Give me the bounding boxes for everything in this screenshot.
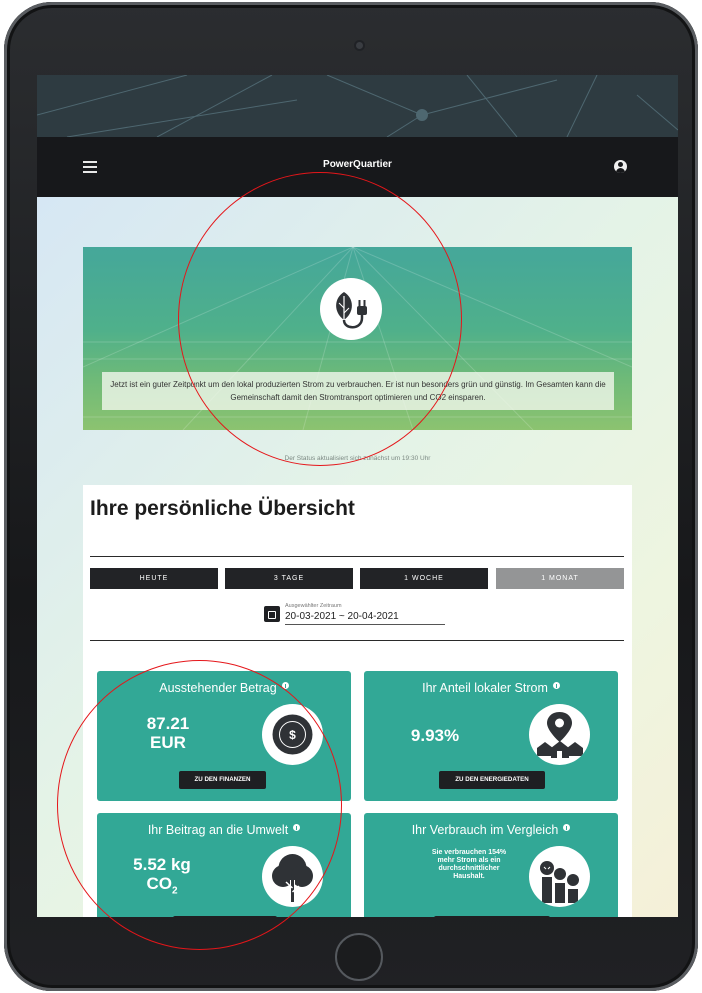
tab-3-tage[interactable]: 3 TAGE: [225, 568, 353, 589]
tile-comparison: Ihr Verbrauch im Vergleich Sie verbrauch…: [364, 813, 618, 917]
date-range-value[interactable]: 20-03-2021 ~ 20-04-2021: [285, 611, 445, 625]
tile-local-share: Ihr Anteil lokaler Strom 9.93% ZU DEN EN…: [364, 671, 618, 801]
annotation-circle: [57, 660, 342, 950]
location-houses-icon: [529, 704, 590, 765]
tile-title: Ihr Verbrauch im Vergleich: [364, 823, 618, 837]
tile-title: Ihr Anteil lokaler Strom: [364, 681, 618, 695]
info-icon[interactable]: [563, 824, 571, 831]
people-bars-icon: [529, 846, 590, 907]
divider: [90, 640, 624, 641]
calendar-icon[interactable]: [264, 606, 280, 622]
divider: [90, 556, 624, 557]
local-share-value: 9.93%: [410, 726, 460, 745]
comparison-text: Sie verbrauchen 154% mehr Strom als ein …: [431, 849, 507, 880]
home-button[interactable]: [335, 933, 383, 981]
camera-icon: [356, 42, 363, 49]
tab-1-monat[interactable]: 1 MONAT: [496, 568, 624, 589]
comparison-button[interactable]: [434, 916, 550, 917]
date-range-picker[interactable]: Ausgewählter Zeitraum 20-03-2021 ~ 20-04…: [264, 603, 449, 627]
annotation-circle: [178, 172, 462, 466]
app-title: PowerQuartier: [323, 159, 392, 170]
energy-data-button[interactable]: ZU DEN ENERGIEDATEN: [439, 771, 545, 789]
header-network-graphic: [37, 75, 678, 137]
date-range-label: Ausgewählter Zeitraum: [285, 603, 342, 609]
overview-title: Ihre persönliche Übersicht: [90, 497, 355, 520]
tab-1-woche[interactable]: 1 WOCHE: [360, 568, 488, 589]
tab-heute[interactable]: HEUTE: [90, 568, 218, 589]
info-icon[interactable]: [552, 682, 560, 689]
account-icon[interactable]: [614, 160, 627, 173]
